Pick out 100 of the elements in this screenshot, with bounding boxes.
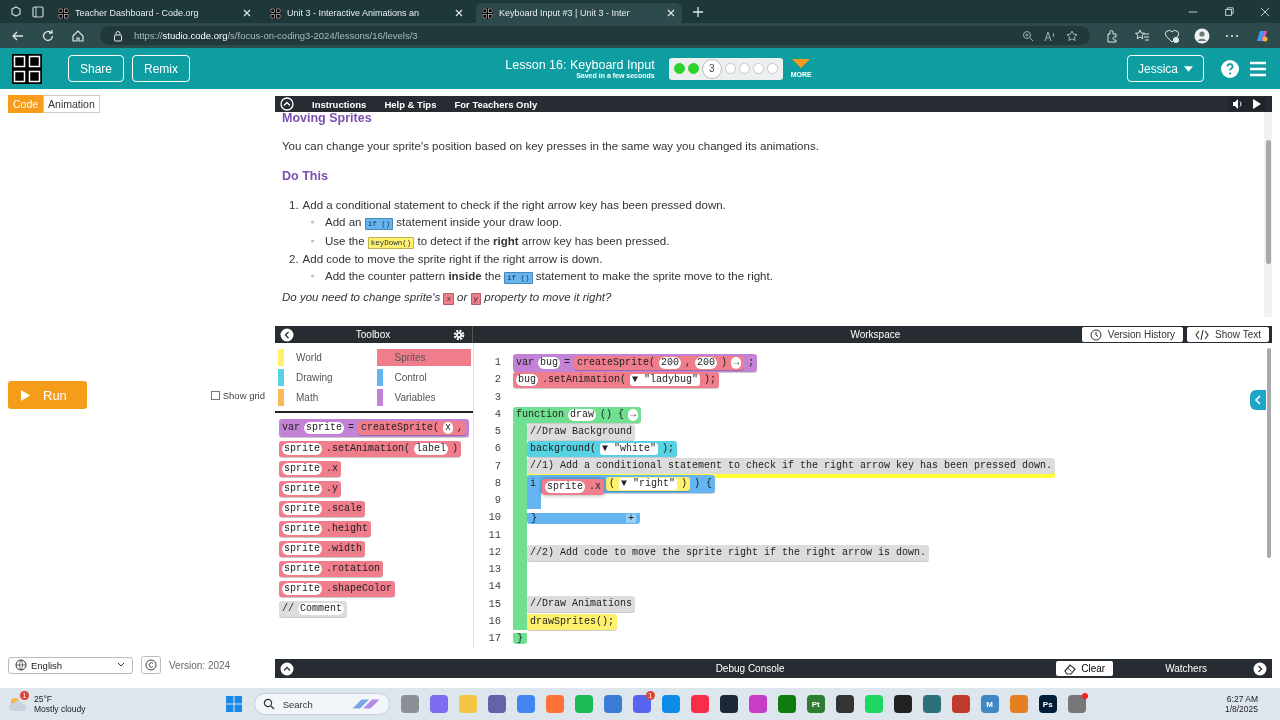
block-field[interactable]: sprite	[282, 463, 322, 476]
clear-button[interactable]: Clear	[1056, 661, 1114, 677]
instructions-tab[interactable]: For Teachers Only	[454, 98, 538, 110]
code-block[interactable]: function draw () { →	[513, 406, 642, 423]
category-item[interactable]: Control	[376, 369, 471, 387]
block-dropdown[interactable]: ▼ "white"	[600, 443, 659, 456]
code-block[interactable]: ( ▼ "right" )	[606, 476, 691, 491]
block-field[interactable]: sprite	[282, 563, 322, 576]
comment-block[interactable]: //Draw Background	[527, 423, 636, 440]
code-block[interactable]: sprite .y	[279, 481, 342, 498]
comment-block[interactable]: //Draw Animations	[527, 596, 636, 613]
weather-icon[interactable]	[8, 696, 28, 712]
block-field[interactable]: sprite	[304, 422, 345, 435]
collapse-icon[interactable]	[280, 327, 294, 342]
speaker-icon[interactable]	[1232, 98, 1244, 110]
audio-player[interactable]	[1228, 97, 1266, 111]
block-field[interactable]: sprite	[545, 481, 585, 494]
category-item[interactable]: Math	[278, 389, 373, 407]
search-field[interactable]: Search	[253, 693, 390, 715]
block-field[interactable]: →	[628, 408, 639, 421]
code-block[interactable]: createSprite( x ,	[358, 421, 467, 436]
browser-tab[interactable]: Unit 3 - Interactive Animations an	[264, 3, 470, 23]
level-dot[interactable]	[738, 63, 750, 74]
collapse-icon[interactable]	[280, 97, 294, 111]
read-aloud-icon[interactable]	[1044, 29, 1056, 42]
extensions-icon[interactable]	[1104, 27, 1120, 44]
scrollbar[interactable]	[1264, 112, 1272, 318]
help-icon[interactable]	[1220, 58, 1240, 79]
code-block[interactable]: sprite .shapeColor	[279, 581, 396, 598]
close-icon[interactable]	[1260, 6, 1270, 17]
show-grid-checkbox[interactable]: Show grid	[210, 389, 265, 401]
block-field[interactable]: sprite	[282, 483, 322, 496]
code-block[interactable]: sprite .rotation	[279, 561, 384, 578]
close-icon[interactable]	[242, 8, 252, 18]
close-icon[interactable]	[454, 8, 464, 18]
pane-tab[interactable]: Animation	[43, 95, 100, 113]
category-item[interactable]: Variables	[376, 389, 471, 407]
code-block[interactable]: sprite .width	[279, 541, 366, 558]
new-tab-icon[interactable]	[692, 5, 704, 18]
block-field[interactable]: sprite	[282, 443, 322, 456]
add-button[interactable]: +	[626, 513, 636, 523]
level-dot[interactable]	[766, 63, 778, 74]
code-block[interactable]: bug .setAnimation( ▼ "ladybug" );	[513, 372, 720, 389]
block-field[interactable]: 200	[659, 356, 682, 369]
start-icon[interactable]	[224, 695, 243, 713]
block-field[interactable]: bug	[538, 356, 561, 369]
profile-icon[interactable]	[1194, 27, 1210, 44]
collapse-tab[interactable]	[1250, 390, 1266, 411]
block-field[interactable]: sprite	[282, 503, 322, 516]
current-level[interactable]: 3	[701, 58, 722, 79]
block-end[interactable]: }	[513, 633, 527, 645]
close-icon[interactable]	[666, 8, 676, 18]
language-select[interactable]: English	[8, 656, 133, 674]
level-dot[interactable]	[687, 63, 699, 74]
code-block[interactable]: background( ▼ "white" );	[527, 441, 678, 458]
browser-tab[interactable]: Teacher Dashboard - Code.org	[52, 3, 258, 23]
block-end[interactable]: } +	[527, 512, 640, 524]
expand-icon[interactable]	[280, 661, 294, 676]
level-dot[interactable]	[752, 63, 764, 74]
workspace-button[interactable]: Show Text	[1187, 327, 1269, 343]
block-field[interactable]: draw	[568, 408, 597, 421]
comment-block[interactable]: //1) Add a conditional statement to check if the right arrow key has been pressed down.	[527, 458, 1056, 475]
app-icon[interactable]: Pt	[806, 695, 825, 713]
code-block[interactable]: drawSprites();	[527, 613, 617, 630]
block-field[interactable]: →	[731, 356, 742, 369]
expand-icon[interactable]	[1253, 661, 1267, 676]
category-item[interactable]: Drawing	[278, 369, 373, 387]
comment-block[interactable]: //2) Add code to move the sprite right if the right arrow is down.	[527, 544, 930, 561]
block-field[interactable]: sprite	[282, 583, 322, 596]
code-block[interactable]: sprite .height	[279, 521, 372, 538]
app-icon[interactable]	[835, 695, 854, 713]
star-icon[interactable]	[1066, 29, 1078, 42]
play-icon[interactable]	[1250, 98, 1262, 110]
address-bar[interactable]: https://studio.code.org/s/focus-on-coding3-2024/lessons/16/levels/3	[100, 26, 1090, 45]
block-field[interactable]: x	[443, 422, 454, 435]
restore-icon[interactable]	[1224, 6, 1234, 17]
code-block[interactable]: sprite .scale	[279, 501, 366, 518]
app-icon[interactable]	[893, 695, 912, 713]
block-field[interactable]: bug	[516, 374, 538, 387]
settings-icon[interactable]	[452, 327, 466, 342]
code-block[interactable]: sprite .setAnimation( label )	[279, 441, 462, 458]
zoom-icon[interactable]	[1022, 29, 1034, 42]
copyright-icon[interactable]	[141, 656, 161, 674]
health-icon[interactable]	[1164, 27, 1180, 44]
favorites-icon[interactable]	[1134, 27, 1150, 44]
block-dropdown[interactable]: ▼ "right"	[619, 477, 678, 490]
workspace-button[interactable]: Version History	[1081, 327, 1184, 343]
code-block[interactable]: createSprite( 200 , 200 ) →	[574, 355, 745, 370]
code-block[interactable]: sprite .x	[279, 461, 342, 478]
instructions-tab[interactable]: Instructions	[312, 98, 367, 110]
tab-actions-icon[interactable]	[30, 3, 46, 20]
block-field[interactable]: Comment	[298, 603, 345, 616]
comment-block[interactable]: // Comment	[279, 601, 348, 618]
browser-tab[interactable]: Keyboard Input #3 | Unit 3 - Inter	[476, 3, 682, 23]
instructions-tab[interactable]: Help & Tips	[384, 98, 437, 110]
block-field[interactable]: 200	[695, 356, 718, 369]
reload-icon[interactable]	[40, 27, 56, 44]
code-block[interactable]: var sprite = createSprite( x ,	[279, 419, 470, 438]
level-dot[interactable]	[724, 63, 736, 74]
code-block[interactable]: sprite .x	[542, 479, 605, 496]
